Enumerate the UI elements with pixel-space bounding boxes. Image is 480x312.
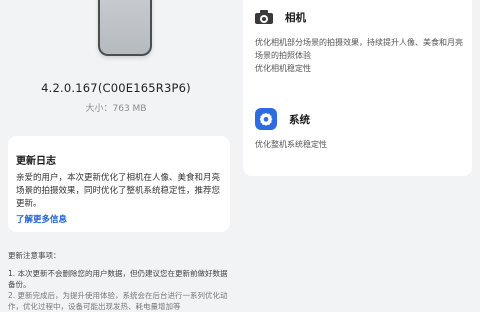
- changelog-card: 更新日志 亲爱的用户，本次更新优化了相机在人像、美食和月亮场景的拍摄效果，同时优…: [8, 136, 230, 232]
- feature-system-desc: 优化整机系统稳定性: [255, 140, 327, 149]
- feature-camera-desc-line: 优化相机部分场景的拍摄效果，持续提升人像、美食和月亮场景的拍照体验: [255, 38, 463, 60]
- settings-gear-icon: [255, 108, 277, 130]
- package-size: 大小：763 MB: [85, 104, 147, 114]
- feature-camera-title: 相机: [285, 11, 306, 24]
- feature-system-title: 系统: [289, 113, 310, 126]
- learn-more-link[interactable]: 了解更多信息: [16, 213, 67, 225]
- changelog-body: 亲爱的用户，本次更新优化了相机在人像、美食和月亮场景的拍摄效果，同时优化了整机系…: [16, 173, 221, 209]
- camera-icon: [255, 10, 273, 24]
- update-details-panel: 相机 优化相机部分场景的拍摄效果，持续提升人像、美食和月亮场景的拍照体验 优化相…: [243, 0, 472, 300]
- update-note-item: 1. 本次更新不会删除您的用户数据，但仍建议您在更新前做好数据备份。: [8, 269, 228, 289]
- update-notes: 更新注意事项： 1. 本次更新不会删除您的用户数据，但仍建议您在更新前做好数据备…: [8, 250, 228, 312]
- update-notes-title: 更新注意事项：: [8, 251, 61, 260]
- update-overview-panel: 4.2.0.167(C00E165R3P6) 大小：763 MB 更新日志 亲爱…: [0, 0, 232, 311]
- changelog-title: 更新日志: [16, 156, 56, 167]
- version-number: 4.2.0.167(C00E165R3P6): [41, 81, 191, 95]
- device-illustration: [98, 0, 152, 56]
- feature-list-card: 相机 优化相机部分场景的拍摄效果，持续提升人像、美食和月亮场景的拍照体验 优化相…: [243, 0, 472, 176]
- update-note-item: 2. 更新完成后，为提升使用体验，系统会在后台进行一系列优化动作，优化过程中，设…: [8, 291, 228, 311]
- feature-camera-desc-line: 优化相机稳定性: [255, 64, 311, 73]
- feature-system: 系统 优化整机系统稳定性: [255, 108, 465, 151]
- feature-camera: 相机 优化相机部分场景的拍摄效果，持续提升人像、美食和月亮场景的拍照体验 优化相…: [255, 6, 465, 75]
- feature-camera-desc: 优化相机部分场景的拍摄效果，持续提升人像、美食和月亮场景的拍照体验 优化相机稳定…: [255, 36, 465, 75]
